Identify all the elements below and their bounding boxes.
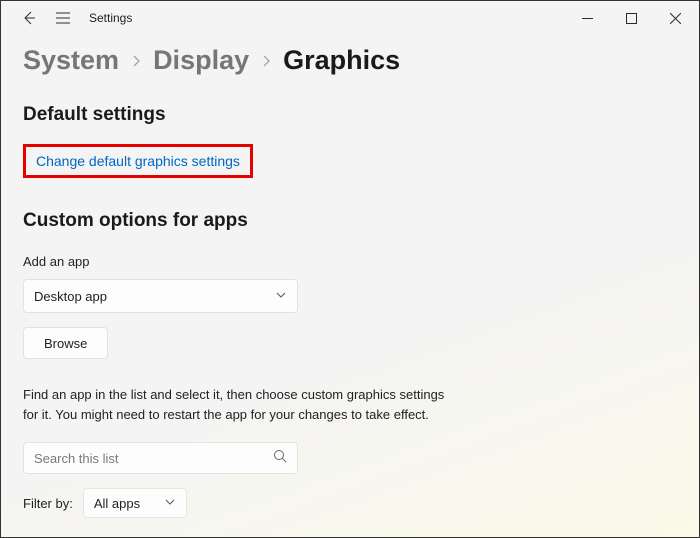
filter-value: All apps (94, 496, 140, 511)
breadcrumb-system[interactable]: System (23, 45, 119, 76)
breadcrumb: System Display Graphics (23, 45, 677, 76)
chevron-down-icon (275, 289, 287, 304)
change-default-graphics-link[interactable]: Change default graphics settings (23, 144, 253, 178)
app-type-select[interactable]: Desktop app (23, 279, 298, 313)
minimize-button[interactable] (565, 1, 609, 35)
search-icon (273, 449, 287, 468)
close-button[interactable] (653, 1, 697, 35)
browse-button-label: Browse (44, 336, 87, 351)
custom-options-heading: Custom options for apps (23, 210, 677, 232)
filter-select[interactable]: All apps (83, 488, 187, 518)
app-type-value: Desktop app (34, 289, 107, 304)
add-app-label: Add an app (23, 254, 677, 269)
chevron-right-icon (131, 50, 141, 72)
window-title: Settings (89, 11, 132, 25)
instructions-text: Find an app in the list and select it, t… (23, 385, 453, 424)
search-list-field[interactable] (34, 451, 273, 466)
titlebar: Settings (1, 1, 699, 35)
default-settings-heading: Default settings (23, 104, 677, 126)
maximize-button[interactable] (609, 1, 653, 35)
breadcrumb-display[interactable]: Display (153, 45, 249, 76)
filter-by-label: Filter by: (23, 496, 73, 511)
breadcrumb-current: Graphics (283, 45, 400, 76)
chevron-down-icon (164, 496, 176, 511)
browse-button[interactable]: Browse (23, 327, 108, 359)
search-list-input[interactable] (23, 442, 298, 474)
chevron-right-icon (261, 50, 271, 72)
menu-icon[interactable] (55, 10, 71, 26)
back-icon[interactable] (21, 10, 37, 26)
